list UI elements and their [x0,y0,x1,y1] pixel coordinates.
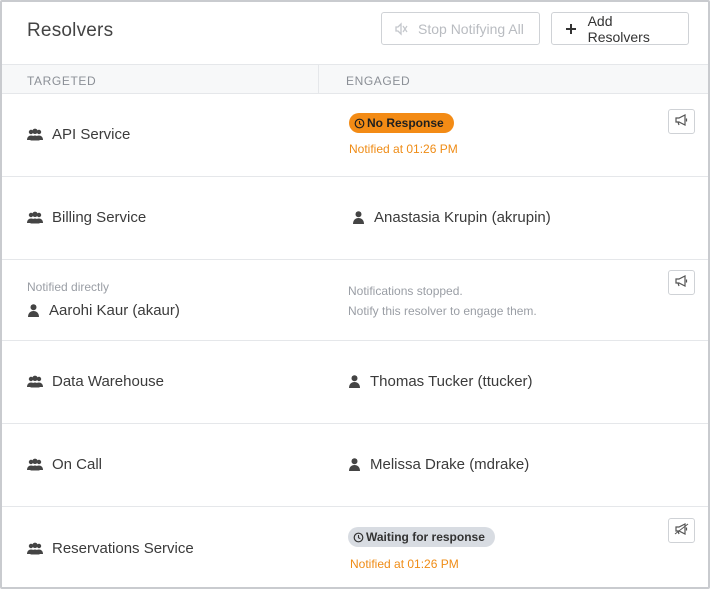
target-label: Billing Service [52,209,147,226]
clock-icon [353,532,364,543]
column-headers: TARGETED ENGAGED [2,64,708,94]
users-icon [27,458,43,471]
resolver-row-on-call: On Call Melissa Drake (mdrake) [2,424,708,507]
resolver-row-api-service: API Service No Response Notified at 01:2… [2,94,708,177]
status-badge: No Response [349,113,454,133]
megaphone-icon [674,113,689,131]
add-resolvers-button[interactable]: Add Resolvers [551,12,689,45]
target-label: API Service [52,126,131,143]
target-name: Reservations Service [27,540,194,557]
engaged-user-label: Anastasia Krupin (akrupin) [374,209,551,226]
target-name: Data Warehouse [27,373,164,390]
notified-directly-label: Notified directly [27,280,110,294]
megaphone-icon [674,274,689,292]
engaged-user-label: Melissa Drake (mdrake) [370,456,530,473]
user-icon [348,458,360,471]
engaged-user-label: Thomas Tucker (ttucker) [370,373,533,390]
notify-resolver-button[interactable] [668,270,695,295]
column-header-targeted: TARGETED [27,74,97,88]
target-name: API Service [27,126,130,143]
add-resolvers-label: Add Resolvers [587,12,650,45]
target-name: Aarohi Kaur (akaur) [27,302,180,319]
target-label: Reservations Service [52,540,194,557]
target-label: Data Warehouse [52,373,165,390]
engaged-user: Thomas Tucker (ttucker) [348,373,533,390]
resolvers-panel: Resolvers Stop Notifying All Add Resolve… [0,0,710,589]
notified-time: Notified at 01:26 PM [349,142,458,156]
stop-notifying-all-button[interactable]: Stop Notifying All [381,12,540,45]
notify-resolver-button[interactable] [668,518,695,543]
users-icon [27,128,43,141]
user-icon [27,304,39,317]
notifications-stopped-text: Notifications stopped. Notify this resol… [348,281,537,321]
target-label: On Call [52,456,103,473]
target-name: Billing Service [27,209,146,226]
resolver-row-reservations-service: Reservations Service Waiting for respons… [2,507,708,587]
users-icon [27,211,43,224]
notified-time: Notified at 01:26 PM [350,557,459,571]
resolver-row-data-warehouse: Data Warehouse Thomas Tucker (ttucker) [2,341,708,424]
engaged-user: Anastasia Krupin (akrupin) [352,209,551,226]
column-header-engaged: ENGAGED [346,74,411,88]
user-icon [348,375,360,388]
notifications-stopped-line: Notifications stopped. [348,284,463,298]
page-title: Resolvers [27,20,114,41]
engaged-user: Melissa Drake (mdrake) [348,456,529,473]
notify-resolver-hint: Notify this resolver to engage them. [348,304,537,318]
users-icon [27,542,43,555]
status-badge: Waiting for response [348,527,495,547]
column-divider [318,65,319,94]
panel-header: Resolvers Stop Notifying All Add Resolve… [2,2,708,64]
status-badge-label: No Response [367,116,444,130]
mute-icon [394,21,408,36]
user-icon [352,211,364,224]
megaphone-icon [674,522,689,540]
clock-icon [354,118,365,129]
plus-icon [564,22,578,36]
resolver-row-aarohi-kaur: Notified directly Aarohi Kaur (akaur) No… [2,260,708,341]
status-badge-label: Waiting for response [366,530,485,544]
stop-notifying-all-label: Stop Notifying All [418,20,524,37]
resolver-row-billing-service: Billing Service Anastasia Krupin (akrupi… [2,177,708,260]
users-icon [27,375,43,388]
target-label: Aarohi Kaur (akaur) [49,302,180,319]
target-name: On Call [27,456,102,473]
notify-resolver-button[interactable] [668,109,695,134]
